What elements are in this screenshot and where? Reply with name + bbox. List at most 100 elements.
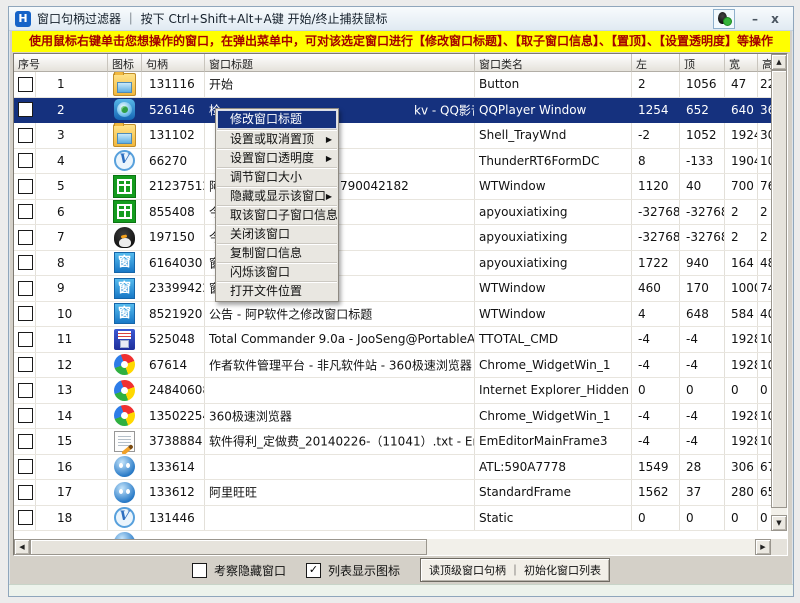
column-header-3[interactable]: 窗口标题 <box>205 54 475 72</box>
cell-height: 65 <box>758 480 771 505</box>
title-text: 360极速浏览器 <box>209 407 292 424</box>
table-row[interactable]: 3131102Shell_TrayWnd-21052192430 <box>14 123 771 149</box>
table-row[interactable]: 6855408今apyouxiatixing-32768-3276822 <box>14 200 771 226</box>
row-checkbox[interactable] <box>18 153 33 168</box>
show-hidden-windows-option[interactable]: 考察隐藏窗口 <box>192 562 286 579</box>
row-checkbox[interactable] <box>18 179 33 194</box>
column-header-1[interactable]: 图标 <box>108 54 142 72</box>
menu-item[interactable]: 调节窗口大小 <box>217 167 337 186</box>
table-row[interactable]: 2526146检kv - QQ影音QQPlayer Window12546526… <box>14 98 771 124</box>
menu-item[interactable]: 设置或取消置顶▶ <box>217 129 337 148</box>
row-checkbox[interactable] <box>18 459 33 474</box>
row-checkbox[interactable] <box>18 306 33 321</box>
column-header-8[interactable]: 高 <box>758 54 771 72</box>
cell-left: -32768 <box>632 225 680 250</box>
menu-item[interactable]: 打开文件位置 <box>217 281 337 300</box>
app-window: H 窗口句柄过滤器 ｜ 按下 Ctrl+Shift+Alt+A键 开始/终止捕获… <box>8 6 794 597</box>
wangwang-icon <box>114 456 135 477</box>
cell-top: 652 <box>680 98 725 123</box>
editor-icon <box>114 431 135 452</box>
chuang-glyph: 窗 <box>115 279 134 298</box>
show-hidden-windows-checkbox[interactable] <box>192 563 207 578</box>
cell-top: 0 <box>680 378 725 403</box>
cell-icon <box>108 404 142 429</box>
table-row[interactable]: 521237512阿790042182WTWindow11204070076 <box>14 174 771 200</box>
row-checkbox[interactable] <box>18 255 33 270</box>
cell-select <box>14 480 36 505</box>
column-header-6[interactable]: 顶 <box>680 54 725 72</box>
table-row[interactable]: 17133612阿里旺旺StandardFrame15623728065 <box>14 480 771 506</box>
table-row[interactable]: 10窗8521920公告 - 阿P软件之修改窗口标题WTWindow464858… <box>14 302 771 328</box>
table-row[interactable]: 4V66270ThunderRT6FormDC8-133190410 <box>14 149 771 175</box>
row-checkbox[interactable] <box>18 77 33 92</box>
title-bar: H 窗口句柄过滤器 ｜ 按下 Ctrl+Shift+Alt+A键 开始/终止捕获… <box>9 7 793 31</box>
show-icons-label: 列表显示图标 <box>328 562 400 579</box>
horizontal-scrollbar[interactable]: ◀ ▶ <box>14 539 771 555</box>
cell-handle: 3738884 <box>142 429 205 454</box>
row-checkbox[interactable] <box>18 383 33 398</box>
row-checkbox[interactable] <box>18 332 33 347</box>
scroll-right-icon[interactable]: ▶ <box>755 539 771 555</box>
read-handles-button[interactable]: 读顶级窗口句柄 ｜ 初始化窗口列表 <box>420 558 610 582</box>
context-menu: 修改窗口标题设置或取消置顶▶设置窗口透明度▶调节窗口大小隐藏或显示该窗口▶取该窗… <box>215 108 339 302</box>
table-row[interactable]: 1131116开始Button210564722 <box>14 72 771 98</box>
vertical-scrollbar[interactable]: ▲ ▼ <box>771 54 787 531</box>
qqplayer-icon <box>114 99 135 120</box>
partial-blue-icon <box>114 532 135 539</box>
folder-icon <box>113 124 136 147</box>
title-text: 790042182 <box>340 179 409 193</box>
partial-row <box>14 531 755 539</box>
cell-width: 47 <box>725 72 758 97</box>
cell-height: 2 <box>758 200 771 225</box>
row-checkbox[interactable] <box>18 230 33 245</box>
show-icons-option[interactable]: ✓ 列表显示图标 <box>306 562 400 579</box>
table-row[interactable]: 1267614作者软件管理平台 - 非凡软件站 - 360极速浏览器Chrome… <box>14 353 771 379</box>
table-row[interactable]: 153738884软件得利_定做费_20140226-（11041）.txt -… <box>14 429 771 455</box>
cell-handle: 66270 <box>142 149 205 174</box>
cell-width: 2 <box>725 225 758 250</box>
close-button[interactable]: x <box>765 7 785 31</box>
column-header-2[interactable]: 句柄 <box>142 54 205 72</box>
table-row[interactable]: 9窗23399422窗WTWindow460170100074 <box>14 276 771 302</box>
menu-item[interactable]: 设置窗口透明度▶ <box>217 148 337 167</box>
column-header-7[interactable]: 宽 <box>725 54 758 72</box>
scroll-down-icon[interactable]: ▼ <box>771 515 787 531</box>
menu-item[interactable]: 取该窗口子窗口信息 <box>217 205 337 224</box>
menu-item[interactable]: 关闭该窗口 <box>217 224 337 243</box>
row-checkbox[interactable] <box>18 485 33 500</box>
row-checkbox[interactable] <box>18 510 33 525</box>
row-checkbox[interactable] <box>18 102 33 117</box>
cell-icon <box>108 72 142 97</box>
show-icons-checkbox[interactable]: ✓ <box>306 563 321 578</box>
table-row[interactable]: 1413502254360极速浏览器Chrome_WidgetWin_1-4-4… <box>14 404 771 430</box>
table-row[interactable]: 18V131446Static0000 <box>14 506 771 532</box>
row-checkbox[interactable] <box>18 281 33 296</box>
column-header-4[interactable]: 窗口类名 <box>475 54 632 72</box>
column-header-0[interactable]: 序号 <box>14 54 108 72</box>
menu-item[interactable]: 修改窗口标题 <box>217 110 337 129</box>
menu-item[interactable]: 闪烁该窗口 <box>217 262 337 281</box>
table-row[interactable]: 16133614ATL:590A777815492830667 <box>14 455 771 481</box>
row-checkbox[interactable] <box>18 204 33 219</box>
horizontal-scroll-thumb[interactable] <box>30 539 427 555</box>
penguin-tray-icon[interactable] <box>713 9 735 29</box>
minimize-button[interactable]: – <box>745 7 765 31</box>
row-checkbox[interactable] <box>18 408 33 423</box>
row-checkbox[interactable] <box>18 128 33 143</box>
menu-item-label: 关闭该窗口 <box>230 227 290 241</box>
menu-item[interactable]: 隐藏或显示该窗口▶ <box>217 186 337 205</box>
scroll-left-icon[interactable]: ◀ <box>14 539 30 555</box>
row-checkbox[interactable] <box>18 357 33 372</box>
vertical-scroll-thumb[interactable] <box>771 70 787 508</box>
table-row[interactable]: 11525048Total Commander 9.0a - JooSeng@P… <box>14 327 771 353</box>
table-row[interactable]: 1324840608Internet Explorer_Hidden0000 <box>14 378 771 404</box>
cell-left: -4 <box>632 353 680 378</box>
menu-item[interactable]: 复制窗口信息 <box>217 243 337 262</box>
cell-index: 3 <box>36 123 108 148</box>
scroll-up-icon[interactable]: ▲ <box>771 54 787 70</box>
table-row[interactable]: 8窗6164030窗apyouxiatixing172294016448 <box>14 251 771 277</box>
table-row[interactable]: 7197150今apyouxiatixing-32768-3276822 <box>14 225 771 251</box>
cell-top: 648 <box>680 302 725 327</box>
row-checkbox[interactable] <box>18 434 33 449</box>
column-header-5[interactable]: 左 <box>632 54 680 72</box>
